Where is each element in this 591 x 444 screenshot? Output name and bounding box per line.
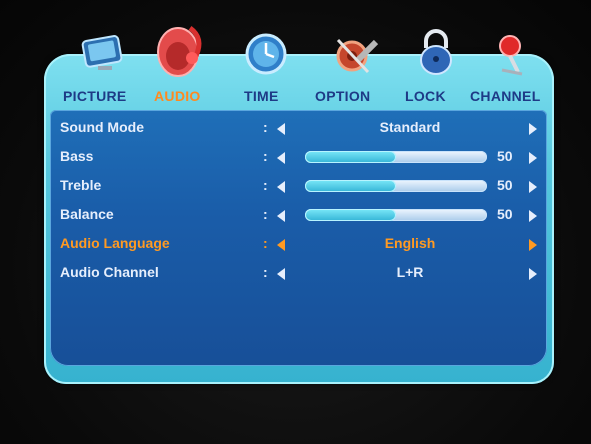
lock-icon[interactable] bbox=[408, 26, 464, 82]
setting-row-balance[interactable]: Balance : 50 bbox=[50, 201, 547, 229]
slider-value: 50 bbox=[497, 206, 513, 222]
arrow-left-icon[interactable] bbox=[277, 239, 285, 251]
setting-label: Treble bbox=[60, 177, 102, 193]
arrow-left-icon[interactable] bbox=[277, 152, 285, 164]
tab-picture[interactable]: PICTURE bbox=[63, 88, 127, 104]
arrow-right-icon[interactable] bbox=[529, 210, 537, 222]
balance-slider[interactable] bbox=[305, 209, 487, 221]
setting-row-bass[interactable]: Bass : 50 bbox=[50, 143, 547, 171]
setting-colon: : bbox=[263, 206, 268, 222]
clock-icon[interactable] bbox=[240, 28, 296, 84]
setting-colon: : bbox=[263, 235, 268, 251]
slider-fill bbox=[305, 209, 396, 221]
setting-row-audio-language[interactable]: Audio Language : English bbox=[50, 230, 547, 258]
setting-label: Audio Channel bbox=[60, 264, 159, 280]
setting-label: Sound Mode bbox=[60, 119, 144, 135]
slider-fill bbox=[305, 180, 396, 192]
arrow-left-icon[interactable] bbox=[277, 268, 285, 280]
treble-slider[interactable] bbox=[305, 180, 487, 192]
arrow-left-icon[interactable] bbox=[277, 210, 285, 222]
setting-label: Audio Language bbox=[60, 235, 170, 251]
arrow-left-icon[interactable] bbox=[277, 123, 285, 135]
bass-slider[interactable] bbox=[305, 151, 487, 163]
setting-row-treble[interactable]: Treble : 50 bbox=[50, 172, 547, 200]
channel-icon[interactable] bbox=[488, 30, 536, 78]
setting-colon: : bbox=[263, 148, 268, 164]
setting-value: Standard bbox=[379, 119, 441, 135]
slider-value: 50 bbox=[497, 177, 513, 193]
tv-screen: PICTURE AUDIO TIME OPTION LOCK CHANNEL S… bbox=[0, 0, 591, 444]
tab-time[interactable]: TIME bbox=[244, 88, 279, 104]
option-icon[interactable] bbox=[328, 28, 384, 84]
setting-colon: : bbox=[263, 119, 268, 135]
menu-icon-row bbox=[0, 0, 591, 90]
setting-row-sound-mode[interactable]: Sound Mode : Standard bbox=[50, 114, 547, 142]
tab-channel[interactable]: CHANNEL bbox=[470, 88, 541, 104]
setting-value: L+R bbox=[396, 264, 424, 280]
arrow-left-icon[interactable] bbox=[277, 181, 285, 193]
tab-audio[interactable]: AUDIO bbox=[154, 88, 201, 104]
setting-colon: : bbox=[263, 177, 268, 193]
setting-label: Bass bbox=[60, 148, 94, 164]
picture-icon[interactable] bbox=[76, 26, 132, 82]
arrow-right-icon[interactable] bbox=[529, 152, 537, 164]
slider-value: 50 bbox=[497, 148, 513, 164]
arrow-right-icon[interactable] bbox=[529, 123, 537, 135]
arrow-right-icon[interactable] bbox=[529, 268, 537, 280]
tab-lock[interactable]: LOCK bbox=[405, 88, 446, 104]
setting-label: Balance bbox=[60, 206, 114, 222]
tab-option[interactable]: OPTION bbox=[315, 88, 370, 104]
arrow-right-icon[interactable] bbox=[529, 181, 537, 193]
setting-row-audio-channel[interactable]: Audio Channel : L+R bbox=[50, 259, 547, 287]
slider-fill bbox=[305, 151, 396, 163]
audio-icon[interactable] bbox=[152, 18, 214, 80]
setting-colon: : bbox=[263, 264, 268, 280]
setting-value: English bbox=[384, 235, 436, 251]
arrow-right-icon[interactable] bbox=[529, 239, 537, 251]
